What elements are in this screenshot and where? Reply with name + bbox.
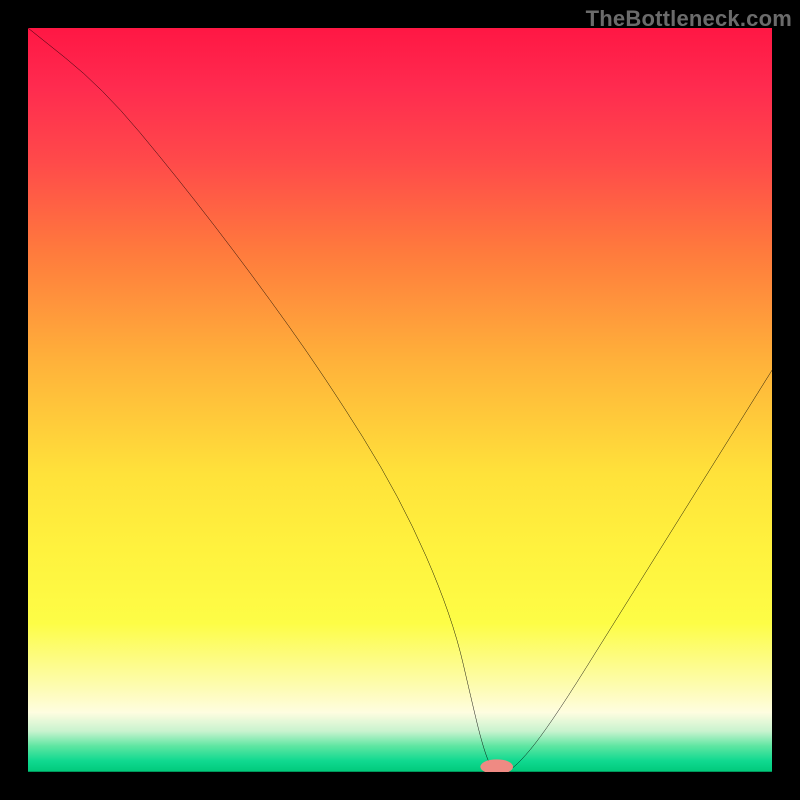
- gradient-background: [28, 28, 772, 772]
- chart-svg: [28, 28, 772, 772]
- chart-stage: TheBottleneck.com: [0, 0, 800, 800]
- plot-area: [28, 28, 772, 772]
